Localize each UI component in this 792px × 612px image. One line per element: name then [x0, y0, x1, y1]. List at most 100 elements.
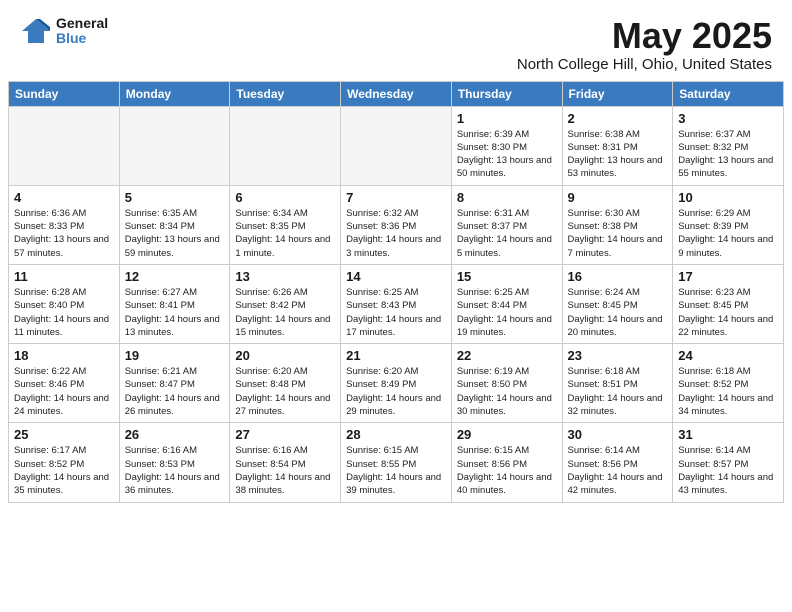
day-number: 30	[568, 427, 668, 442]
page-title: May 2025	[517, 16, 772, 56]
day-number: 14	[346, 269, 446, 284]
calendar-cell: 30Sunrise: 6:14 AMSunset: 8:56 PMDayligh…	[562, 423, 673, 502]
day-number: 21	[346, 348, 446, 363]
day-info: Sunrise: 6:23 AMSunset: 8:45 PMDaylight:…	[678, 286, 778, 339]
day-number: 17	[678, 269, 778, 284]
calendar-cell: 24 Sunrise: 6:18 AMSunset: 8:52 PMDayligh…	[673, 344, 784, 423]
day-info: Sunrise: 6:25 AMSunset: 8:43 PMDaylight:…	[346, 286, 446, 339]
calendar-table: SundayMondayTuesdayWednesdayThursdayFrid…	[8, 81, 784, 503]
day-info: Sunrise: 6:30 AMSunset: 8:38 PMDaylight:…	[568, 207, 668, 260]
day-number: 4	[14, 190, 114, 205]
day-number: 19	[125, 348, 225, 363]
column-header-saturday: Saturday	[673, 81, 784, 106]
column-header-wednesday: Wednesday	[341, 81, 452, 106]
calendar-cell	[9, 106, 120, 185]
calendar-cell: 18 Sunrise: 6:22 AMSunset: 8:46 PMDayligh…	[9, 344, 120, 423]
day-number: 24	[678, 348, 778, 363]
calendar-cell: 20 Sunrise: 6:20 AMSunset: 8:48 PMDayligh…	[230, 344, 341, 423]
day-number: 13	[235, 269, 335, 284]
day-number: 6	[235, 190, 335, 205]
calendar-week-2: 4 Sunrise: 6:36 AMSunset: 8:33 PMDaylight…	[9, 185, 784, 264]
day-number: 11	[14, 269, 114, 284]
day-info: Sunrise: 6:20 AMSunset: 8:49 PMDaylight:…	[346, 365, 446, 418]
column-header-thursday: Thursday	[451, 81, 562, 106]
day-info: Sunrise: 6:25 AMSunset: 8:44 PMDaylight:…	[457, 286, 557, 339]
day-info: Sunrise: 6:15 AMSunset: 8:56 PMDaylight:…	[457, 444, 557, 497]
calendar-cell: 8 Sunrise: 6:31 AMSunset: 8:37 PMDaylight…	[451, 185, 562, 264]
calendar-cell: 16 Sunrise: 6:24 AMSunset: 8:45 PMDayligh…	[562, 264, 673, 343]
day-info: Sunrise: 6:20 AMSunset: 8:48 PMDaylight:…	[235, 365, 335, 418]
day-number: 26	[125, 427, 225, 442]
calendar-cell	[230, 106, 341, 185]
day-number: 28	[346, 427, 446, 442]
calendar-cell: 19 Sunrise: 6:21 AMSunset: 8:47 PMDayligh…	[119, 344, 230, 423]
column-header-sunday: Sunday	[9, 81, 120, 106]
calendar-cell: 13 Sunrise: 6:26 AMSunset: 8:42 PMDayligh…	[230, 264, 341, 343]
day-number: 9	[568, 190, 668, 205]
calendar-cell: 1Sunrise: 6:39 AMSunset: 8:30 PMDaylight…	[451, 106, 562, 185]
logo-text: General Blue	[56, 16, 108, 47]
day-number: 25	[14, 427, 114, 442]
column-header-tuesday: Tuesday	[230, 81, 341, 106]
day-number: 22	[457, 348, 557, 363]
day-info: Sunrise: 6:17 AMSunset: 8:52 PMDaylight:…	[14, 444, 114, 497]
calendar-cell: 10 Sunrise: 6:29 AMSunset: 8:39 PMDayligh…	[673, 185, 784, 264]
calendar-cell: 23Sunrise: 6:18 AMSunset: 8:51 PMDayligh…	[562, 344, 673, 423]
day-number: 8	[457, 190, 557, 205]
day-info: Sunrise: 6:31 AMSunset: 8:37 PMDaylight:…	[457, 207, 557, 260]
calendar-cell: 4 Sunrise: 6:36 AMSunset: 8:33 PMDaylight…	[9, 185, 120, 264]
calendar-week-3: 11 Sunrise: 6:28 AMSunset: 8:40 PMDayligh…	[9, 264, 784, 343]
calendar-header-row: SundayMondayTuesdayWednesdayThursdayFrid…	[9, 81, 784, 106]
day-info: Sunrise: 6:27 AMSunset: 8:41 PMDaylight:…	[125, 286, 225, 339]
calendar-cell: 26Sunrise: 6:16 AMSunset: 8:53 PMDayligh…	[119, 423, 230, 502]
logo-line2: Blue	[56, 31, 108, 46]
day-info: Sunrise: 6:21 AMSunset: 8:47 PMDaylight:…	[125, 365, 225, 418]
calendar-week-5: 25 Sunrise: 6:17 AMSunset: 8:52 PMDayligh…	[9, 423, 784, 502]
day-number: 5	[125, 190, 225, 205]
day-number: 18	[14, 348, 114, 363]
day-info: Sunrise: 6:28 AMSunset: 8:40 PMDaylight:…	[14, 286, 114, 339]
day-number: 2	[568, 111, 668, 126]
day-info: Sunrise: 6:16 AMSunset: 8:54 PMDaylight:…	[235, 444, 335, 497]
logo-line1: General	[56, 16, 108, 31]
calendar-cell: 3 Sunrise: 6:37 AMSunset: 8:32 PMDaylight…	[673, 106, 784, 185]
calendar-cell: 28Sunrise: 6:15 AMSunset: 8:55 PMDayligh…	[341, 423, 452, 502]
calendar-cell: 27 Sunrise: 6:16 AMSunset: 8:54 PMDayligh…	[230, 423, 341, 502]
day-info: Sunrise: 6:26 AMSunset: 8:42 PMDaylight:…	[235, 286, 335, 339]
calendar-week-4: 18 Sunrise: 6:22 AMSunset: 8:46 PMDayligh…	[9, 344, 784, 423]
calendar-cell: 29Sunrise: 6:15 AMSunset: 8:56 PMDayligh…	[451, 423, 562, 502]
day-number: 12	[125, 269, 225, 284]
day-info: Sunrise: 6:35 AMSunset: 8:34 PMDaylight:…	[125, 207, 225, 260]
calendar-cell	[341, 106, 452, 185]
day-info: Sunrise: 6:14 AMSunset: 8:57 PMDaylight:…	[678, 444, 778, 497]
day-number: 16	[568, 269, 668, 284]
day-info: Sunrise: 6:19 AMSunset: 8:50 PMDaylight:…	[457, 365, 557, 418]
calendar-cell: 11 Sunrise: 6:28 AMSunset: 8:40 PMDayligh…	[9, 264, 120, 343]
day-info: Sunrise: 6:34 AMSunset: 8:35 PMDaylight:…	[235, 207, 335, 260]
calendar-cell: 7 Sunrise: 6:32 AMSunset: 8:36 PMDaylight…	[341, 185, 452, 264]
day-info: Sunrise: 6:24 AMSunset: 8:45 PMDaylight:…	[568, 286, 668, 339]
day-number: 27	[235, 427, 335, 442]
calendar-cell: 9 Sunrise: 6:30 AMSunset: 8:38 PMDaylight…	[562, 185, 673, 264]
day-info: Sunrise: 6:37 AMSunset: 8:32 PMDaylight:…	[678, 128, 778, 181]
day-info: Sunrise: 6:22 AMSunset: 8:46 PMDaylight:…	[14, 365, 114, 418]
day-number: 7	[346, 190, 446, 205]
calendar-cell: 25 Sunrise: 6:17 AMSunset: 8:52 PMDayligh…	[9, 423, 120, 502]
calendar-cell: 6 Sunrise: 6:34 AMSunset: 8:35 PMDaylight…	[230, 185, 341, 264]
calendar-cell	[119, 106, 230, 185]
day-info: Sunrise: 6:18 AMSunset: 8:52 PMDaylight:…	[678, 365, 778, 418]
logo-icon	[20, 17, 52, 45]
page-header: General Blue May 2025 North College Hill…	[0, 0, 792, 81]
day-info: Sunrise: 6:32 AMSunset: 8:36 PMDaylight:…	[346, 207, 446, 260]
calendar-cell: 17 Sunrise: 6:23 AMSunset: 8:45 PMDayligh…	[673, 264, 784, 343]
day-number: 20	[235, 348, 335, 363]
calendar-cell: 5 Sunrise: 6:35 AMSunset: 8:34 PMDaylight…	[119, 185, 230, 264]
day-info: Sunrise: 6:36 AMSunset: 8:33 PMDaylight:…	[14, 207, 114, 260]
day-info: Sunrise: 6:29 AMSunset: 8:39 PMDaylight:…	[678, 207, 778, 260]
day-info: Sunrise: 6:18 AMSunset: 8:51 PMDaylight:…	[568, 365, 668, 418]
calendar-cell: 12 Sunrise: 6:27 AMSunset: 8:41 PMDayligh…	[119, 264, 230, 343]
calendar-cell: 15Sunrise: 6:25 AMSunset: 8:44 PMDayligh…	[451, 264, 562, 343]
title-block: May 2025 North College Hill, Ohio, Unite…	[517, 16, 772, 73]
day-number: 10	[678, 190, 778, 205]
day-number: 3	[678, 111, 778, 126]
